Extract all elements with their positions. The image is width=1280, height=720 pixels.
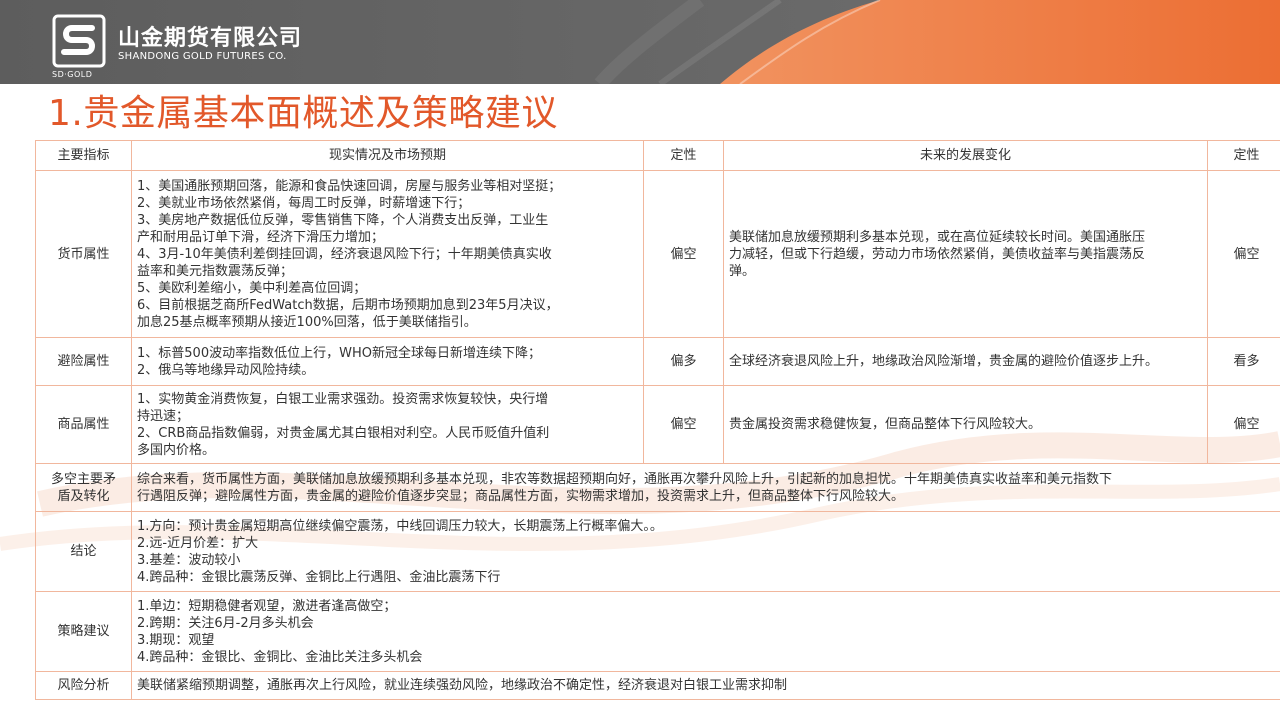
future-cell: 贵金属投资需求稳健恢复，但商品整体下行风险较大。 <box>723 385 1208 464</box>
header-qualitative-2: 定性 <box>1207 140 1280 171</box>
page-title: 1.贵金属基本面概述及策略建议 <box>48 93 558 134</box>
conclusion-label-cell: 结论 <box>35 511 132 592</box>
text-line: 盾及转化 <box>57 488 110 504</box>
text-line: 2、美就业市场依然紧俏，每周工时反弹，时薪增速下行； <box>137 195 471 211</box>
summary-text-cell: 综合来看，货币属性方面，美联储加息放缓预期利多基本兑现，非农等数据超预期向好，通… <box>131 463 1280 512</box>
text-line: 弹。 <box>729 263 756 279</box>
qualitative-cell: 偏多 <box>643 337 724 386</box>
qualitative-cell: 偏空 <box>1207 170 1280 338</box>
text-line: 5、美欧利差缩小，美中利差高位回调； <box>137 280 367 296</box>
company-name: 山金期货有限公司 SHANDONG GOLD FUTURES CO. <box>118 26 303 63</box>
text-line: 贵金属投资需求稳健恢复，但商品整体下行风险较大。 <box>729 417 1042 432</box>
text-line: 多国内价格。 <box>137 442 216 458</box>
indicator-cell: 商品属性 <box>35 385 132 464</box>
text-line: 行遇阻反弹；避险属性方面，贵金属的避险价值逐步突显；商品属性方面，实物需求增加，… <box>137 488 905 504</box>
company-name-cn: 山金期货有限公司 <box>118 26 303 51</box>
text-line: 全球经济衰退风险上升，地缘政治风险渐增，贵金属的避险价值逐步上升。 <box>729 354 1159 369</box>
text-line: 加息25基点概率预期从接近100%回落，低于美联储指引。 <box>137 314 477 330</box>
header-qualitative-1: 定性 <box>643 140 724 171</box>
table-row-summary: 多空主要矛 盾及转化 综合来看，货币属性方面，美联储加息放缓预期利多基本兑现，非… <box>35 463 1280 512</box>
table-row-conclusion: 结论 1.方向：预计贵金属短期高位继续偏空震荡，中线回调压力较大，长期震荡上行概… <box>35 511 1280 592</box>
text-line: 综合来看，货币属性方面，美联储加息放缓预期利多基本兑现，非农等数据超预期向好，通… <box>137 471 1113 487</box>
header-current: 现实情况及市场预期 <box>131 140 644 171</box>
text-line: 1.方向：预计贵金属短期高位继续偏空震荡，中线回调压力较大，长期震荡上行概率偏大… <box>137 518 663 534</box>
text-line: 产和耐用品订单下滑，经济下滑压力增加； <box>137 229 385 245</box>
table-row-strategy: 策略建议 1.单边：短期稳健者观望，激进者逢高做空； 2.跨期：关注6月-2月多… <box>35 591 1280 672</box>
future-cell: 全球经济衰退风险上升，地缘政治风险渐增，贵金属的避险价值逐步上升。 <box>723 337 1208 386</box>
qualitative-cell: 看多 <box>1207 337 1280 386</box>
text-line: 益率和美元指数震荡反弹； <box>137 263 294 279</box>
indicator-cell: 避险属性 <box>35 337 132 386</box>
fundamentals-table: 主要指标 现实情况及市场预期 定性 未来的发展变化 定性 货币属性 1、美国通胀… <box>35 140 1280 700</box>
text-line: 4.跨品种：金银比、金铜比、金油比关注多头机会 <box>137 649 423 665</box>
table-row-commodity: 商品属性 1、实物黄金消费恢复，白银工业需求强劲。投资需求恢复较快，央行增 持迅… <box>35 385 1280 464</box>
risk-label-cell: 风险分析 <box>35 671 132 700</box>
text-line: 持迅速； <box>137 408 190 424</box>
qualitative-cell: 偏空 <box>643 385 724 464</box>
text-line: 多空主要矛 <box>50 471 116 487</box>
table-row-risk: 风险分析 美联储紧缩预期调整，通胀再次上行风险，就业连续强劲风险，地缘政治不确定… <box>35 671 1280 700</box>
header-indicator: 主要指标 <box>35 140 132 171</box>
future-cell: 美联储加息放缓预期利多基本兑现，或在高位延续较长时间。美国通胀压 力减轻，但或下… <box>723 170 1208 338</box>
text-line: 力减轻，但或下行趋缓，劳动力市场依然紧俏，美债收益率与美指震荡反 <box>729 246 1146 262</box>
current-cell: 1、美国通胀预期回落，能源和食品快速回调，房屋与服务业等相对坚挺； 2、美就业市… <box>131 170 644 338</box>
table-row-monetary: 货币属性 1、美国通胀预期回落，能源和食品快速回调，房屋与服务业等相对坚挺； 2… <box>35 170 1280 338</box>
text-line: 3.基差：波动较小 <box>137 552 241 568</box>
current-cell: 1、标普500波动率指数低位上行，WHO新冠全球每日新增连续下降； 2、俄乌等地… <box>131 337 644 386</box>
strategy-label-cell: 策略建议 <box>35 591 132 672</box>
summary-label-cell: 多空主要矛 盾及转化 <box>35 463 132 512</box>
text-line: 2、CRB商品指数偏弱，对贵金属尤其白银相对利空。人民币贬值升值利 <box>137 425 550 441</box>
text-line: 2.跨期：关注6月-2月多头机会 <box>137 615 314 631</box>
header-banner: SD·GOLD 山金期货有限公司 SHANDONG GOLD FUTURES C… <box>0 0 1280 84</box>
text-line: 1、实物黄金消费恢复，白银工业需求强劲。投资需求恢复较快，央行增 <box>137 391 549 407</box>
text-line: 1.单边：短期稳健者观望，激进者逢高做空； <box>137 598 397 614</box>
header-future: 未来的发展变化 <box>723 140 1208 171</box>
text-line: 3.期现：观望 <box>137 632 215 648</box>
qualitative-cell: 偏空 <box>1207 385 1280 464</box>
strategy-cell: 1.单边：短期稳健者观望，激进者逢高做空； 2.跨期：关注6月-2月多头机会 3… <box>131 591 1280 672</box>
current-cell: 1、实物黄金消费恢复，白银工业需求强劲。投资需求恢复较快，央行增 持迅速； 2、… <box>131 385 644 464</box>
text-line: 2、俄乌等地缘异动风险持续。 <box>137 362 315 378</box>
text-line: 2.远-近月价差：扩大 <box>137 535 259 551</box>
text-line: 美联储加息放缓预期利多基本兑现，或在高位延续较长时间。美国通胀压 <box>729 229 1146 245</box>
logo-text: SD·GOLD <box>52 70 93 79</box>
company-logo <box>52 14 110 70</box>
text-line: 1、美国通胀预期回落，能源和食品快速回调，房屋与服务业等相对坚挺； <box>137 178 562 194</box>
conclusion-cell: 1.方向：预计贵金属短期高位继续偏空震荡，中线回调压力较大，长期震荡上行概率偏大… <box>131 511 1280 592</box>
table-header-row: 主要指标 现实情况及市场预期 定性 未来的发展变化 定性 <box>35 140 1280 171</box>
risk-cell: 美联储紧缩预期调整，通胀再次上行风险，就业连续强劲风险，地缘政治不确定性，经济衰… <box>131 671 1280 700</box>
company-name-en: SHANDONG GOLD FUTURES CO. <box>118 51 287 62</box>
text-line: 1、标普500波动率指数低位上行，WHO新冠全球每日新增连续下降； <box>137 345 541 361</box>
qualitative-cell: 偏空 <box>643 170 724 338</box>
text-line: 4、3月-10年美债利差倒挂回调，经济衰退风险下行；十年期美债真实收 <box>137 246 552 262</box>
text-line: 4.跨品种：金银比震荡反弹、金铜比上行遇阻、金油比震荡下行 <box>137 569 501 585</box>
indicator-cell: 货币属性 <box>35 170 132 338</box>
text-line: 6、目前根据芝商所FedWatch数据，后期市场预期加息到23年5月决议， <box>137 297 559 313</box>
table-row-safe-haven: 避险属性 1、标普500波动率指数低位上行，WHO新冠全球每日新增连续下降； 2… <box>35 337 1280 386</box>
text-line: 3、美房地产数据低位反弹，零售销售下降，个人消费支出反弹，工业生 <box>137 212 549 228</box>
logo-icon <box>52 14 106 68</box>
